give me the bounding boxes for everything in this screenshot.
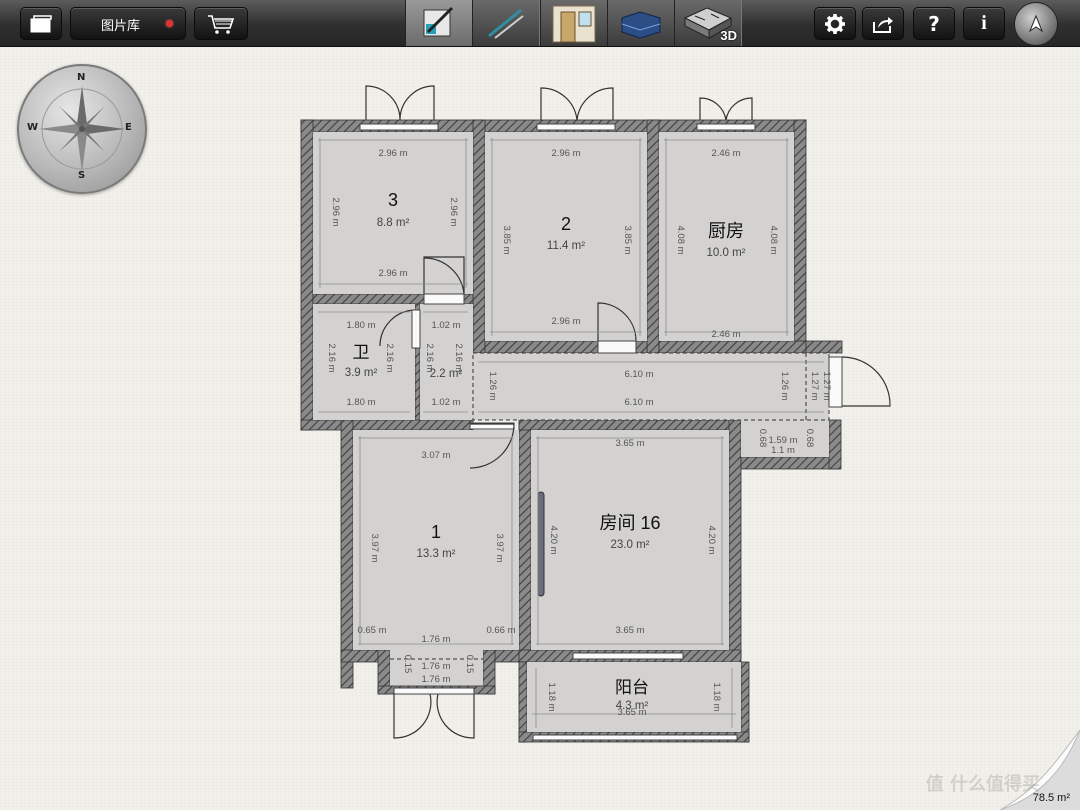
room-1-dim-left: 3.97 m xyxy=(369,533,380,562)
bath-dim-bottom: 1.80 m xyxy=(346,397,375,408)
floor-plan[interactable]: 3 8.8 m² 2.96 m 2.96 m 2.96 m 2.96 m 2 1… xyxy=(0,0,1080,810)
utility-dim-right: 0.68 xyxy=(804,429,815,448)
room-1-entry-dim-l: 0.15 xyxy=(402,655,413,674)
room-1-dim-top: 3.07 m xyxy=(421,450,450,461)
hall-dim-bottom: 6.10 m xyxy=(624,397,653,408)
room-1-dim-bottom-right: 0.66 m xyxy=(486,625,515,636)
room-1-entry-dim-r: 0.15 xyxy=(464,655,475,674)
kitchen-dim-left: 4.08 m xyxy=(675,225,686,254)
room-1-entry-dim-b: 1.76 m xyxy=(421,674,450,685)
watermark: 值 什么值得买 xyxy=(925,774,1040,795)
room-2-dim-top: 2.96 m xyxy=(551,148,580,159)
closet-dim-top: 1.02 m xyxy=(431,320,460,331)
room-16-name: 房间 16 xyxy=(599,513,660,533)
room-2-area: 11.4 m² xyxy=(547,240,585,252)
hall-dim-right: 1.26 m xyxy=(779,371,790,400)
room-16-dim-bottom: 3.65 m xyxy=(615,625,644,636)
room-3-area: 8.8 m² xyxy=(377,217,410,229)
room-2-name: 2 xyxy=(561,214,571,234)
room-16-dim-right: 4.20 m xyxy=(706,525,717,554)
hall-floor xyxy=(473,353,829,420)
kitchen-area: 10.0 m² xyxy=(707,247,746,259)
room-3-dim-left: 2.96 m xyxy=(330,197,341,226)
room-16-dim-top: 3.65 m xyxy=(615,438,644,449)
room-3-name: 3 xyxy=(388,190,398,210)
utility-dim-bottom: 1.1 m xyxy=(771,445,795,456)
room-1-area: 13.3 m² xyxy=(417,548,456,560)
total-area: 78.5 m² xyxy=(1032,792,1070,804)
bath-area: 3.9 m² xyxy=(345,367,378,379)
room-1-entry-dim-a: 1.76 m xyxy=(421,661,450,672)
room-16-area: 23.0 m² xyxy=(611,539,650,551)
bath-dim-right: 2.16 m xyxy=(384,343,395,372)
room-3-dim-bottom: 2.96 m xyxy=(378,268,407,279)
balcony-floor xyxy=(527,662,741,732)
room-1-dim-bottom-mid: 1.76 m xyxy=(421,634,450,645)
hall-dim-left: 1.26 m xyxy=(487,371,498,400)
kitchen-dim-bottom: 2.46 m xyxy=(711,329,740,340)
balcony-name: 阳台 xyxy=(615,678,649,697)
room-1-name: 1 xyxy=(431,522,441,542)
room-2-dim-right: 3.85 m xyxy=(622,225,633,254)
bath-dim-left: 2.16 m xyxy=(326,343,337,372)
hall-dim-top: 6.10 m xyxy=(624,369,653,380)
balcony-dim-left: 1.18 m xyxy=(546,682,557,711)
room-16-dim-left: 4.20 m xyxy=(548,525,559,554)
hall-end-dim-a: 1.27 m xyxy=(809,371,820,400)
kitchen-dim-right: 4.08 m xyxy=(768,225,779,254)
balcony-dim-bottom: 3.65 m xyxy=(617,707,646,718)
kitchen-name: 厨房 xyxy=(708,221,744,241)
closet-dim-left: 2.16 m xyxy=(424,343,435,372)
wardrobe-rail[interactable] xyxy=(537,491,545,597)
kitchen-dim-top: 2.46 m xyxy=(711,148,740,159)
room-1-dim-right: 3.97 m xyxy=(494,533,505,562)
room-2-dim-left: 3.85 m xyxy=(501,225,512,254)
room-2-dim-bottom: 2.96 m xyxy=(551,316,580,327)
balcony-dim-right: 1.18 m xyxy=(711,682,722,711)
closet-dim-right: 2.16 m xyxy=(453,343,464,372)
room-3-dim-top: 2.96 m xyxy=(378,148,407,159)
hall-end-dim-b: 1.27 m xyxy=(821,371,832,400)
bath-dim-top: 1.80 m xyxy=(346,320,375,331)
utility-dim-left: 0.68 xyxy=(757,429,768,448)
room-3-dim-right: 2.96 m xyxy=(448,197,459,226)
closet-dim-bottom: 1.02 m xyxy=(431,397,460,408)
room-1-dim-bottom-left: 0.65 m xyxy=(357,625,386,636)
bath-name: 卫 xyxy=(353,343,370,362)
